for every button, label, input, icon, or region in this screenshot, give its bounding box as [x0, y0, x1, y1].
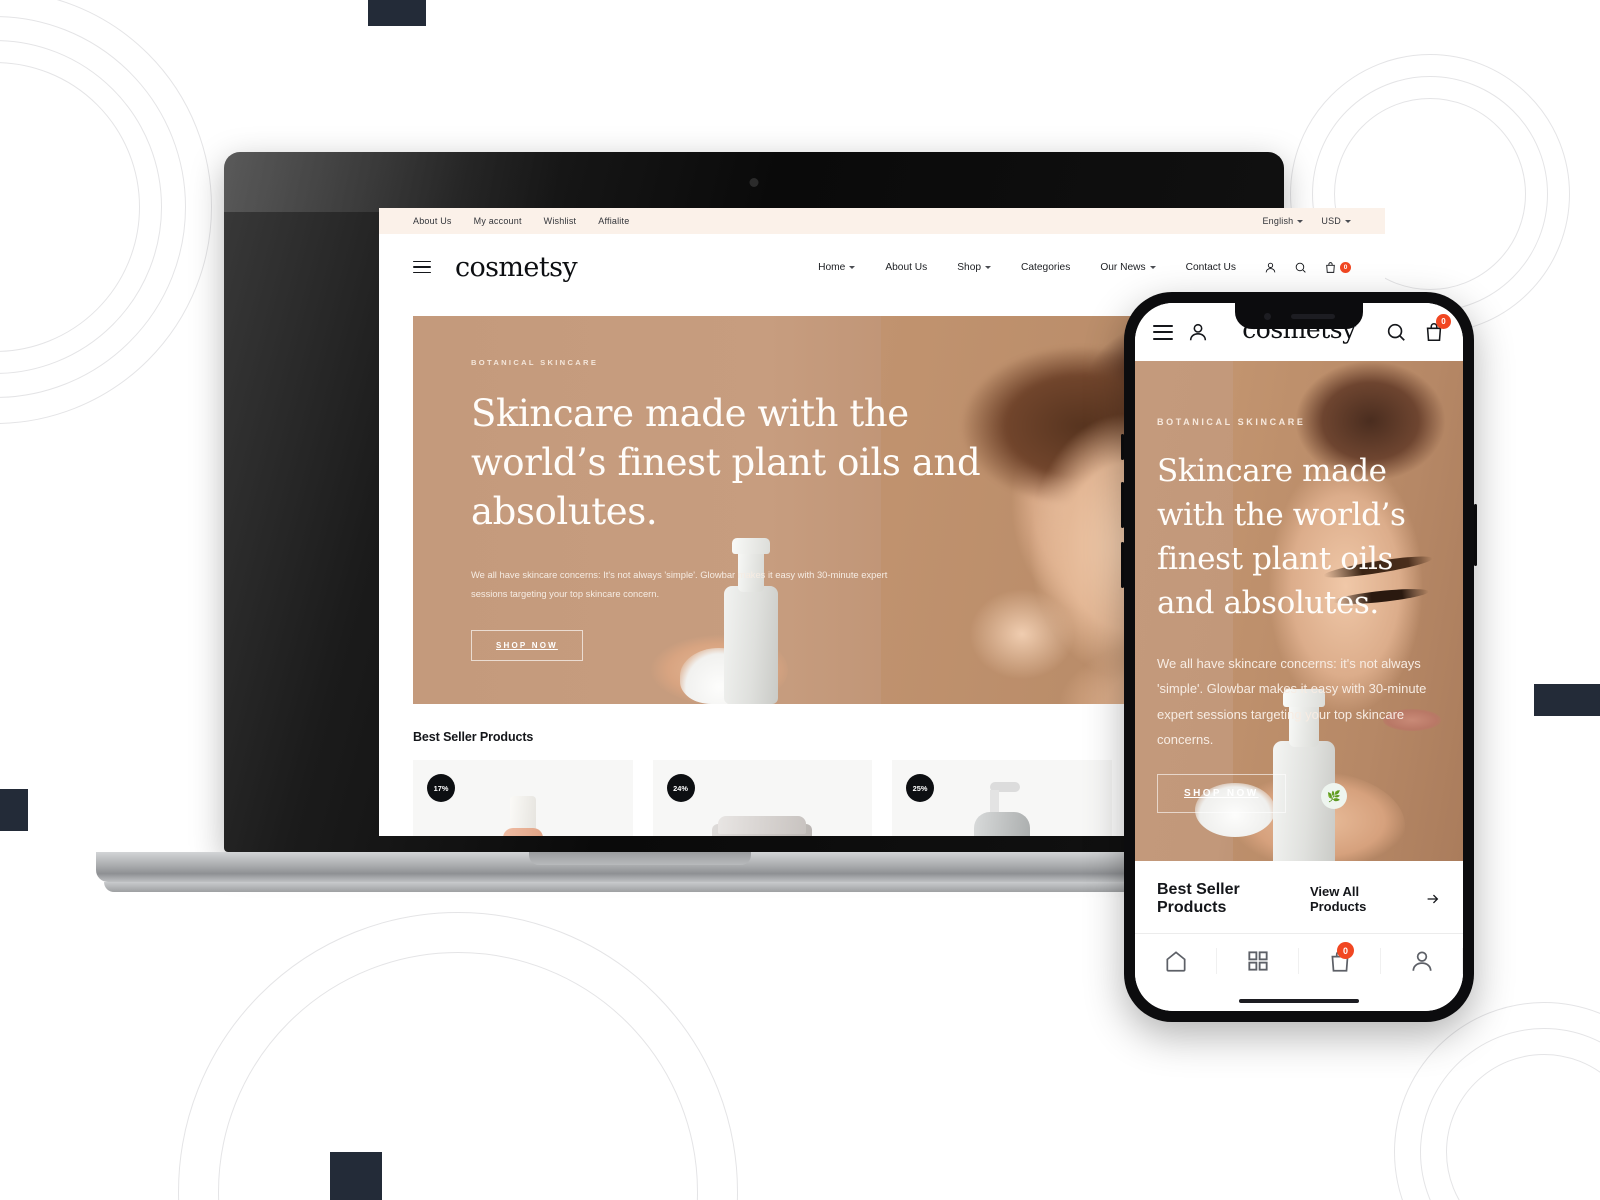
cart-button[interactable]: 0 — [1423, 314, 1451, 343]
menu-icon[interactable] — [1153, 324, 1173, 340]
desktop-main-nav: cosmetsy Home About Us Shop Categories O… — [379, 234, 1385, 300]
hero-paragraph: We all have skincare concerns: It's not … — [471, 568, 888, 600]
cart-count-badge: 0 — [1337, 942, 1354, 959]
hero-paragraph: We all have skincare concerns: it's not … — [1157, 656, 1427, 748]
product-card[interactable]: 24% — [652, 760, 872, 836]
tab-cart[interactable]: 0 — [1299, 942, 1381, 974]
cart-count-badge: 0 — [1340, 261, 1351, 273]
account-icon[interactable] — [1187, 321, 1209, 343]
chevron-down-icon — [849, 265, 856, 269]
deco-square-top — [368, 0, 426, 26]
nav-item-home[interactable]: Home — [818, 262, 856, 273]
home-indicator — [1239, 999, 1359, 1003]
mockup-canvas: About Us My account Wishlist Affialite E… — [0, 0, 1600, 1200]
laptop-mockup: About Us My account Wishlist Affialite E… — [96, 152, 1385, 900]
shop-now-button[interactable]: SHOP NOW — [1157, 774, 1286, 814]
best-sellers-title: Best Seller Products — [1157, 881, 1240, 916]
search-icon[interactable] — [1385, 321, 1407, 343]
laptop-base-notch — [529, 852, 751, 865]
tab-account[interactable] — [1381, 948, 1463, 974]
site-logo[interactable]: cosmetsy — [455, 252, 578, 283]
front-camera-icon — [1263, 312, 1271, 320]
menu-icon[interactable] — [413, 260, 431, 274]
product-card[interactable]: 25% — [892, 760, 1112, 836]
home-icon — [1165, 951, 1186, 972]
laptop-glare — [224, 152, 704, 212]
shop-now-button[interactable]: SHOP NOW — [471, 630, 583, 662]
desktop-topbar: About Us My account Wishlist Affialite E… — [379, 208, 1385, 234]
hero-copy: BOTANICAL SKINCARE Skincare made with th… — [471, 358, 1031, 662]
cart-button[interactable]: 0 — [1324, 261, 1351, 274]
phone-power-button — [1474, 504, 1477, 566]
hero-copy: BOTANICAL SKINCARE Skincare made with th… — [1157, 417, 1427, 814]
discount-badge: 24% — [666, 774, 695, 802]
view-all-products-label: View All Products — [1309, 884, 1367, 914]
topbar-link-wishlist[interactable]: Wishlist — [544, 216, 577, 226]
chevron-down-icon — [1345, 220, 1351, 223]
desktop-nav-icons: 0 — [1264, 261, 1351, 274]
hero-heading: Skincare made with the world’s finest pl… — [1157, 453, 1406, 622]
best-sellers-title: Best Seller Products — [413, 730, 534, 744]
nav-item-our-news[interactable]: Our News — [1100, 262, 1156, 273]
product-image-serum-bottle — [501, 796, 545, 836]
phone-viewport: cosmetsy 0 🌿 BOTANICAL SKINCARE Skincare… — [1135, 303, 1463, 1011]
chevron-down-icon — [1149, 265, 1156, 269]
phone-bottom-nav: 0 — [1135, 933, 1463, 1011]
hero-heading: Skincare made with the world’s finest pl… — [471, 392, 981, 534]
currency-selector[interactable]: USD — [1321, 216, 1351, 226]
product-image-pump-bottle — [973, 782, 1030, 836]
desktop-nav-links: Home About Us Shop Categories Our News C… — [818, 262, 1236, 273]
phone-notch — [1235, 303, 1363, 329]
tab-home[interactable] — [1135, 948, 1217, 974]
nav-item-about-us[interactable]: About Us — [885, 262, 927, 273]
cart-icon — [1326, 261, 1335, 273]
chevron-down-icon — [985, 265, 992, 269]
hero-eyebrow: BOTANICAL SKINCARE — [1157, 417, 1306, 427]
language-selector[interactable]: English — [1262, 216, 1304, 226]
topbar-link-my-account[interactable]: My account — [474, 216, 522, 226]
product-image-cream-jar — [712, 816, 813, 836]
nav-item-contact-us[interactable]: Contact Us — [1186, 262, 1236, 273]
discount-badge: 25% — [906, 774, 934, 802]
tab-categories[interactable] — [1217, 948, 1299, 974]
phone-frame: cosmetsy 0 🌿 BOTANICAL SKINCARE Skincare… — [1124, 292, 1474, 1022]
laptop-base-foot — [104, 882, 1176, 892]
best-sellers-header: Best Seller Products View All Products — [1135, 861, 1463, 933]
topbar-link-affialite[interactable]: Affialite — [598, 216, 629, 226]
discount-badge: 17% — [427, 774, 455, 802]
hero-eyebrow: BOTANICAL SKINCARE — [471, 358, 599, 367]
arrow-right-icon — [1427, 894, 1439, 904]
product-card[interactable]: 17% — [413, 760, 633, 836]
earpiece-speaker — [1290, 313, 1335, 319]
deco-square-left — [0, 789, 28, 831]
account-icon[interactable] — [1264, 261, 1277, 274]
chevron-down-icon — [1297, 220, 1304, 223]
phone-header-icons: 0 — [1385, 314, 1451, 343]
view-all-products-link[interactable]: View All Products — [1310, 884, 1441, 914]
nav-item-shop[interactable]: Shop — [957, 262, 992, 273]
topbar-link-about-us[interactable]: About Us — [413, 216, 452, 226]
laptop-camera-icon — [749, 178, 759, 187]
cart-count-badge: 0 — [1436, 314, 1451, 329]
search-icon[interactable] — [1294, 261, 1307, 274]
grid-icon — [1247, 951, 1268, 971]
phone-mockup: cosmetsy 0 🌿 BOTANICAL SKINCARE Skincare… — [1121, 292, 1477, 1022]
nav-item-categories[interactable]: Categories — [1021, 262, 1070, 273]
account-icon — [1411, 951, 1432, 971]
phone-hero-banner: 🌿 BOTANICAL SKINCARE Skincare made with … — [1135, 361, 1463, 861]
deco-square-right — [1534, 684, 1600, 716]
